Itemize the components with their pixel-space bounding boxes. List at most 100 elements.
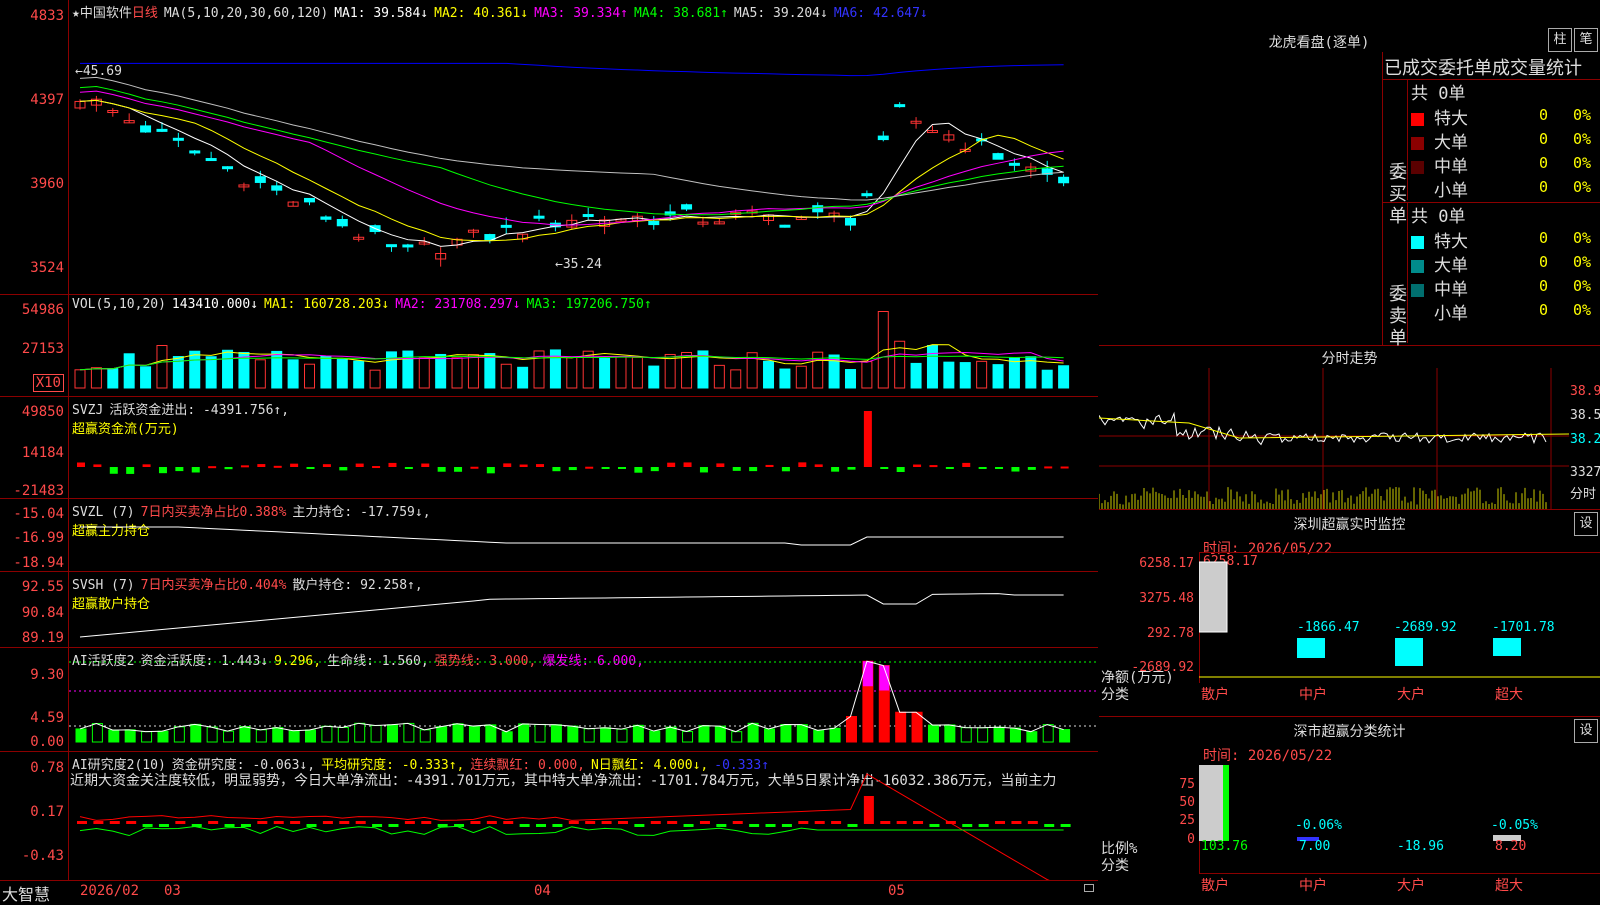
- volume-bar: [1058, 365, 1070, 389]
- sz-class-value: 103.76: [1201, 839, 1248, 854]
- buy-count: 0: [1539, 178, 1549, 196]
- retail-chart[interactable]: [69, 572, 1098, 647]
- svsh-tick: 89.19: [21, 630, 64, 646]
- sz-class-settings-button[interactable]: 设: [1574, 719, 1598, 743]
- buy-row: 大单: [1411, 128, 1468, 153]
- volume-bar: [631, 356, 643, 389]
- fund-flow-bar: [191, 467, 200, 473]
- volume-bar: [861, 361, 873, 389]
- research-bar: [486, 821, 497, 824]
- activity-bar: [567, 725, 579, 743]
- fund-flow-chart[interactable]: [69, 397, 1098, 498]
- fund-flow-bar: [536, 464, 545, 467]
- svzl-panel[interactable]: -15.04 -16.99 -18.94 SVZL (7) 7日内买卖净占比0.3…: [0, 499, 1098, 572]
- activity-bar: [157, 730, 169, 743]
- fund-flow-bar: [945, 467, 954, 469]
- activity-bar: [452, 723, 464, 743]
- fund-flow-bar: [1011, 467, 1020, 472]
- candle-body: [271, 185, 283, 191]
- volume-panel[interactable]: 54986 27153 X10 VOL(5,10,20) 143410.000↓ M…: [0, 295, 1098, 397]
- activity-bar: [911, 711, 923, 743]
- sell-count: 0: [1539, 301, 1549, 319]
- sz-class-bar-retail: [1199, 765, 1227, 841]
- sz-class-category: 超大: [1495, 878, 1523, 894]
- volume-bar: [664, 353, 676, 389]
- sz-monitor-panel[interactable]: 深圳超赢实时监控 设 时间: 2026/05/22 6258.17 6258.1…: [1099, 510, 1600, 717]
- intraday-chart[interactable]: [1099, 368, 1600, 509]
- fund-flow-bar: [437, 467, 446, 472]
- volume-bar: [1008, 357, 1020, 389]
- volume-bar: [222, 349, 234, 389]
- volume-chart[interactable]: [69, 295, 1098, 396]
- sell-size-label: 中单: [1434, 280, 1468, 300]
- volume-bar: [418, 357, 430, 389]
- activity-bar: [223, 730, 235, 743]
- activity-bar: [436, 726, 448, 743]
- candle-body: [304, 197, 316, 203]
- research-chart[interactable]: [69, 752, 1098, 880]
- activity-bar: [682, 731, 694, 743]
- activity-chart[interactable]: [69, 648, 1098, 751]
- intraday-panel[interactable]: 分时走势 38.93 38.57 38.21 3327 分时: [1099, 346, 1600, 510]
- lhb-title: 龙虎看盘(逐单): [1268, 35, 1370, 51]
- volume-bar: [648, 365, 660, 389]
- research-bar: [650, 821, 661, 824]
- fund-flow-bar: [355, 463, 364, 467]
- activity-bar: [714, 725, 726, 743]
- fund-flow-bar: [995, 467, 1004, 469]
- sz-class-tick: 50: [1179, 795, 1195, 810]
- volume-bar: [90, 367, 102, 389]
- price-panel[interactable]: 4833 4397 3960 3524 ★中国软件日线 MA(5,10,20,30…: [0, 0, 1098, 295]
- candle-body: [877, 135, 889, 141]
- candle-body: [648, 220, 660, 226]
- svzl-tick: -18.94: [13, 555, 64, 571]
- activity-bar: [386, 724, 398, 743]
- ai1-tick: 4.59: [30, 710, 64, 726]
- activity-bar: [190, 723, 202, 743]
- activity-bar: [895, 711, 907, 743]
- ai-research-panel[interactable]: 0.78 0.17 -0.43 AI研究度2(10) 资金研究度: -0.063↓…: [0, 752, 1098, 881]
- fund-flow-bar: [978, 467, 987, 469]
- sz-monitor-chart[interactable]: [1199, 552, 1600, 682]
- research-bar: [290, 821, 301, 824]
- sell-row: 大单: [1411, 251, 1468, 276]
- research-bar: [1044, 824, 1055, 827]
- research-bar: [536, 824, 547, 827]
- fund-flow-bar: [781, 467, 790, 472]
- research-bar: [1060, 824, 1071, 827]
- volume-bar: [730, 369, 742, 389]
- ai1-tick: 0.00: [30, 734, 64, 750]
- bar-mode-button[interactable]: 柱: [1548, 28, 1572, 52]
- candle-body: [336, 219, 348, 227]
- activity-bar: [1059, 729, 1071, 743]
- volume-bar: [484, 353, 496, 389]
- sz-class-panel[interactable]: 深市超赢分类统计 设 时间: 2026/05/22 75 50 25 0 -0.…: [1099, 717, 1600, 900]
- sz-class-tick: 0: [1187, 832, 1195, 847]
- svsh-panel[interactable]: 92.55 90.84 89.19 SVSH (7) 7日内买卖净占比0.404%…: [0, 572, 1098, 648]
- buy-total: 共 0单: [1411, 84, 1466, 104]
- svsh-tick: 90.84: [21, 605, 64, 621]
- sz-class-tick: 25: [1179, 813, 1195, 828]
- ai-activity-panel[interactable]: 9.30 4.59 0.00 AI活跃度2 资金活跃度: 1.443↓ 9.296,…: [0, 648, 1098, 752]
- main-force-chart[interactable]: [69, 499, 1098, 571]
- sz-monitor-tick: 3275.48: [1139, 591, 1194, 606]
- svzj-tick: 49850: [21, 404, 64, 420]
- research-bar: [224, 824, 235, 827]
- fund-flow-bar: [208, 466, 217, 469]
- date-label: 03: [164, 883, 181, 899]
- sz-class-chart[interactable]: [1199, 757, 1600, 877]
- tick-mode-button[interactable]: 笔: [1574, 28, 1598, 52]
- lock-icon[interactable]: [1084, 884, 1094, 892]
- sz-monitor-category: 大户: [1397, 687, 1425, 703]
- sz-class-category: 散户: [1201, 878, 1229, 894]
- svsh-axis: 92.55 90.84 89.19: [0, 572, 69, 647]
- sz-monitor-settings-button[interactable]: 设: [1574, 512, 1598, 536]
- candle-body: [861, 193, 873, 197]
- volume-bar: [812, 351, 824, 389]
- fund-flow-bar: [913, 464, 922, 467]
- candlestick-chart[interactable]: [69, 0, 1098, 294]
- ai2-tick: 0.78: [30, 760, 64, 776]
- research-bar: [913, 821, 924, 824]
- svzj-panel[interactable]: 49850 14184 -21483 SVZJ 活跃资金进出: -4391.756…: [0, 397, 1098, 499]
- fund-flow-bar: [339, 467, 348, 471]
